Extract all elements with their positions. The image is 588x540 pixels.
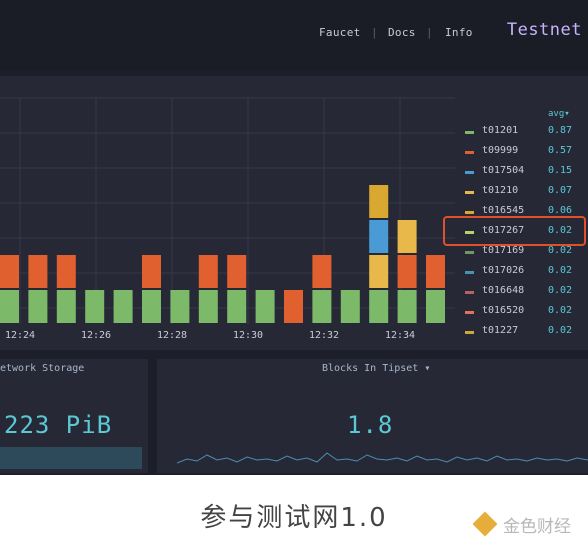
- bar-segment: [56, 255, 76, 288]
- legend-item[interactable]: t016520 0.02: [465, 305, 585, 321]
- legend-swatch: [465, 211, 474, 214]
- legend-item[interactable]: t01201 0.87: [465, 125, 585, 141]
- legend-value: 0.02: [548, 285, 573, 296]
- bar-segment: [28, 255, 48, 288]
- legend-name: t017026: [482, 265, 525, 276]
- bar-segment: [369, 290, 389, 323]
- bar-segment: [142, 255, 161, 288]
- nav-info-link[interactable]: Info: [445, 26, 473, 39]
- nav-faucet-link[interactable]: Faucet: [319, 26, 361, 39]
- legend-swatch: [465, 191, 474, 194]
- bar-segment: [227, 290, 247, 323]
- bar-segment: [85, 290, 105, 323]
- bar-segment: [170, 290, 190, 323]
- legend-name: t016545: [482, 205, 525, 216]
- legend-name: t016648: [482, 285, 525, 296]
- caption-text: 参与测试网1.0: [200, 503, 388, 533]
- legend-item[interactable]: t01227 0.02: [465, 325, 585, 341]
- tipset-value: 1.8: [347, 411, 394, 439]
- bar-segment: [426, 255, 445, 288]
- bar-segment: [198, 255, 218, 288]
- legend-name: t01201: [482, 125, 519, 136]
- x-tick-label: 12:32: [309, 330, 339, 341]
- legend-name: t017504: [482, 165, 525, 176]
- panel-title: etwork Storage: [0, 363, 85, 374]
- legend-name: t09999: [482, 145, 519, 156]
- blocks-in-tipset-panel: Blocks In Tipset ▾ 1.8: [157, 359, 588, 473]
- legend-item[interactable]: t09999 0.57: [465, 145, 585, 161]
- network-storage-panel: etwork Storage 223 PiB: [0, 359, 148, 473]
- bar-segment: [397, 290, 417, 323]
- bar-segment: [56, 290, 76, 323]
- nav-separator: |: [371, 26, 378, 39]
- legend-value: 0.02: [548, 265, 573, 276]
- bar-segment: [284, 290, 303, 323]
- network-brand[interactable]: Testnet: [507, 20, 582, 40]
- legend-swatch: [465, 331, 474, 334]
- legend-value: 0.02: [548, 245, 573, 256]
- x-tick-label: 12:26: [81, 330, 111, 341]
- legend-value: 0.06: [548, 205, 573, 216]
- tipset-sparkline: [177, 452, 588, 464]
- dashboard: Faucet | Docs | Info Testnet 12:24 12:26 1…: [0, 0, 588, 475]
- x-tick-label: 12:34: [385, 330, 415, 341]
- bar-segment: [397, 255, 417, 288]
- top-navbar: Faucet | Docs | Info Testnet: [0, 0, 588, 70]
- legend-item[interactable]: t016648 0.02: [465, 285, 585, 301]
- x-tick-label: 12:28: [157, 330, 187, 341]
- legend-swatch: [465, 311, 474, 314]
- legend-name: t01227: [482, 325, 519, 336]
- bar-segment: [142, 290, 161, 323]
- x-tick-label: 12:24: [5, 330, 35, 341]
- legend-value: 0.02: [548, 305, 573, 316]
- legend-value: 0.57: [548, 145, 573, 156]
- legend-swatch: [465, 291, 474, 294]
- legend-item[interactable]: t01210 0.07: [465, 185, 585, 201]
- legend-item[interactable]: t017504 0.15: [465, 165, 585, 181]
- storage-sparkline: [0, 447, 142, 469]
- legend-swatch: [465, 151, 474, 154]
- legend-swatch: [465, 171, 474, 174]
- legend-value: 0.07: [548, 185, 573, 196]
- legend-swatch: [465, 131, 474, 134]
- stacked-bar-chart: 12:24 12:26 12:28 12:30 12:32 12:34: [0, 97, 455, 341]
- bar-segment: [0, 255, 19, 288]
- bar-segment: [255, 290, 275, 323]
- bar-segment: [426, 290, 445, 323]
- nav-separator: |: [426, 26, 433, 39]
- bar-segment: [198, 290, 218, 323]
- legend-name: t017169: [482, 245, 525, 256]
- panel-title-dropdown[interactable]: Blocks In Tipset ▾: [322, 363, 430, 374]
- legend-swatch: [465, 271, 474, 274]
- bar-segment: [312, 290, 332, 323]
- bar-segment: [0, 290, 19, 323]
- legend-name: t01210: [482, 185, 519, 196]
- legend-sort-avg[interactable]: avg▾: [548, 109, 570, 119]
- highlight-box: [443, 216, 586, 246]
- bar-segment: [28, 290, 48, 323]
- bar-segment: [227, 255, 247, 288]
- storage-value: 223 PiB: [4, 411, 113, 439]
- legend-item[interactable]: t017026 0.02: [465, 265, 585, 281]
- bar-segment: [340, 290, 360, 323]
- bar-segment: [113, 290, 133, 323]
- legend-value: 0.02: [548, 325, 573, 336]
- bar-segment: [312, 255, 332, 288]
- legend-item[interactable]: t017169 0.02: [465, 245, 585, 261]
- x-tick-label: 12:30: [233, 330, 263, 341]
- bar-segment: [397, 220, 417, 253]
- legend-name: t016520: [482, 305, 525, 316]
- bar-segment: [369, 185, 389, 218]
- legend-value: 0.15: [548, 165, 573, 176]
- legend-swatch: [465, 251, 474, 254]
- legend-value: 0.87: [548, 125, 573, 136]
- nav-docs-link[interactable]: Docs: [388, 26, 416, 39]
- bar-segment: [369, 255, 389, 288]
- bar-segment: [369, 220, 389, 253]
